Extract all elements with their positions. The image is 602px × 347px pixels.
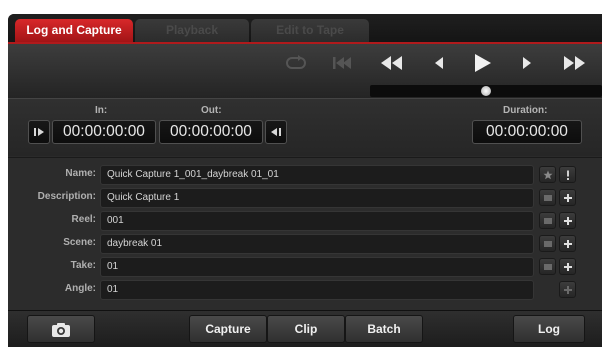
reel-field[interactable]: 001 xyxy=(100,211,534,231)
plus-icon xyxy=(563,263,572,271)
scene-increment-button[interactable] xyxy=(559,235,576,252)
log-and-capture-window: Log and Capture Playback Edit to Tape In… xyxy=(8,14,602,347)
tab-edit-to-tape[interactable]: Edit to Tape xyxy=(251,19,369,42)
play-icon xyxy=(475,54,491,72)
angle-label: Angle: xyxy=(64,283,96,294)
name-field[interactable]: Quick Capture 1_001_daybreak 01_01 xyxy=(100,165,534,185)
reel-list-button[interactable] xyxy=(539,212,556,229)
bottom-action-bar: Capture Clip Batch Log xyxy=(8,310,602,347)
take-field[interactable]: 01 xyxy=(100,257,534,277)
camera-icon xyxy=(52,323,70,337)
favorite-button[interactable] xyxy=(539,166,556,183)
step-forward-button[interactable] xyxy=(518,52,536,74)
tab-log-and-capture[interactable]: Log and Capture xyxy=(15,19,133,42)
field-row-scene: Scene: daybreak 01 xyxy=(8,234,602,254)
take-list-button[interactable] xyxy=(539,258,556,275)
field-row-angle: Angle: 01 xyxy=(8,280,602,300)
take-increment-button[interactable] xyxy=(559,258,576,275)
mark-in-icon xyxy=(34,128,44,136)
step-back-button[interactable] xyxy=(430,52,448,74)
in-label: In: xyxy=(95,105,108,116)
go-to-start-icon xyxy=(333,57,351,69)
field-row-name: Name: Quick Capture 1_001_daybreak 01_01 xyxy=(8,165,602,185)
step-back-icon xyxy=(435,57,443,69)
clip-button[interactable]: Clip xyxy=(267,315,345,343)
angle-field[interactable]: 01 xyxy=(100,280,534,300)
out-timecode-field[interactable]: 00:00:00:00 xyxy=(159,120,263,144)
scrubber-handle[interactable] xyxy=(481,86,491,96)
plus-icon xyxy=(563,194,572,202)
mark-out-icon xyxy=(271,128,281,136)
tab-bar: Log and Capture Playback Edit to Tape xyxy=(8,14,602,42)
description-increment-button[interactable] xyxy=(559,189,576,206)
description-label: Description: xyxy=(37,191,96,202)
batch-button[interactable]: Batch xyxy=(345,315,423,343)
list-icon xyxy=(543,195,552,201)
field-row-reel: Reel: 001 xyxy=(8,211,602,231)
fast-forward-icon xyxy=(564,56,585,70)
list-icon xyxy=(543,241,552,247)
go-to-start-button[interactable] xyxy=(330,52,354,74)
alert-button[interactable] xyxy=(559,166,576,183)
in-timecode-field[interactable]: 00:00:00:00 xyxy=(52,120,156,144)
fast-forward-button[interactable] xyxy=(560,52,588,74)
loop-icon xyxy=(286,55,306,69)
rewind-button[interactable] xyxy=(378,52,406,74)
clip-metadata-panel: Name: Quick Capture 1_001_daybreak 01_01… xyxy=(8,157,602,310)
scene-list-button[interactable] xyxy=(539,235,556,252)
loop-button[interactable] xyxy=(284,52,308,74)
name-label: Name: xyxy=(65,168,96,179)
reel-label: Reel: xyxy=(71,214,96,225)
mark-out-button[interactable] xyxy=(265,120,287,144)
scene-field[interactable]: daybreak 01 xyxy=(100,234,534,254)
duration-label: Duration: xyxy=(503,105,548,116)
angle-increment-button[interactable] xyxy=(559,281,576,298)
tab-playback[interactable]: Playback xyxy=(135,19,249,42)
description-field[interactable]: Quick Capture 1 xyxy=(100,188,534,208)
field-row-take: Take: 01 xyxy=(8,257,602,277)
out-label: Out: xyxy=(201,105,222,116)
take-label: Take: xyxy=(70,260,96,271)
description-list-button[interactable] xyxy=(539,189,556,206)
scene-label: Scene: xyxy=(63,237,96,248)
list-icon xyxy=(543,264,552,270)
reel-increment-button[interactable] xyxy=(559,212,576,229)
exclamation-icon xyxy=(566,170,569,180)
jog-scrubber[interactable] xyxy=(370,85,602,97)
star-icon xyxy=(543,170,552,180)
timecode-section: In: Out: Duration: 00:00:00:00 00:00:00:… xyxy=(8,98,602,156)
duration-timecode-field: 00:00:00:00 xyxy=(472,120,582,144)
snapshot-button[interactable] xyxy=(27,315,95,343)
rewind-icon xyxy=(381,56,402,70)
plus-icon xyxy=(563,217,572,225)
log-button[interactable]: Log xyxy=(513,315,585,343)
plus-icon xyxy=(563,286,572,294)
transport-controls xyxy=(8,42,602,98)
list-icon xyxy=(543,218,552,224)
field-row-description: Description: Quick Capture 1 xyxy=(8,188,602,208)
play-button[interactable] xyxy=(470,52,494,74)
step-forward-icon xyxy=(523,57,531,69)
capture-button[interactable]: Capture xyxy=(189,315,267,343)
mark-in-button[interactable] xyxy=(28,120,50,144)
plus-icon xyxy=(563,240,572,248)
